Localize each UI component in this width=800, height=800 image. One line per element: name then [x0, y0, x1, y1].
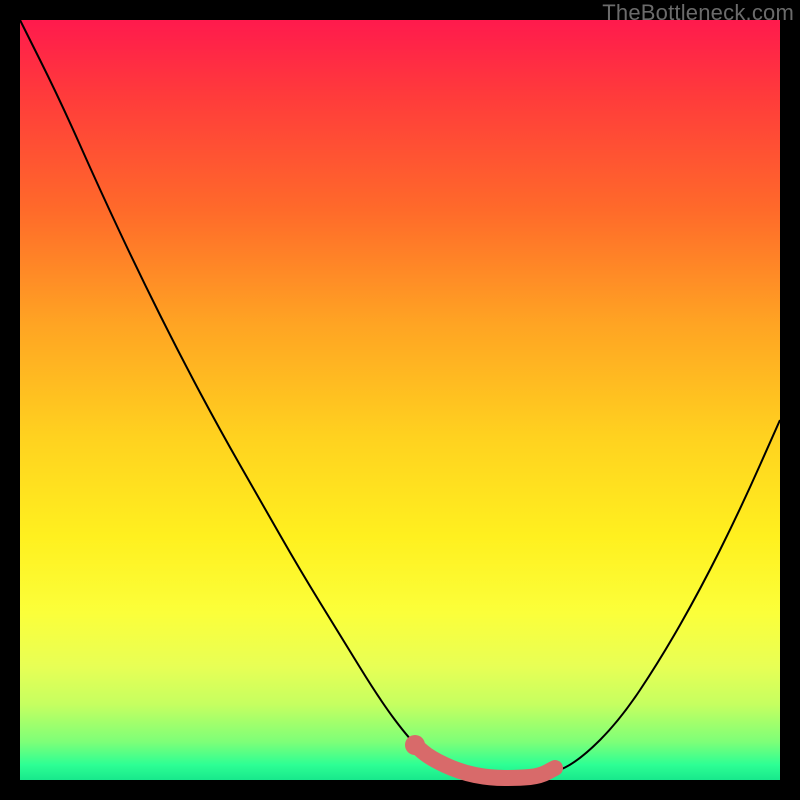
highlight-start-dot — [405, 735, 425, 755]
chart-stage: TheBottleneck.com — [0, 0, 800, 800]
chart-svg — [20, 20, 780, 780]
bottleneck-curve — [20, 20, 780, 778]
plot-area — [20, 20, 780, 780]
optimal-range-highlight — [415, 745, 555, 778]
attribution-text: TheBottleneck.com — [602, 0, 794, 26]
